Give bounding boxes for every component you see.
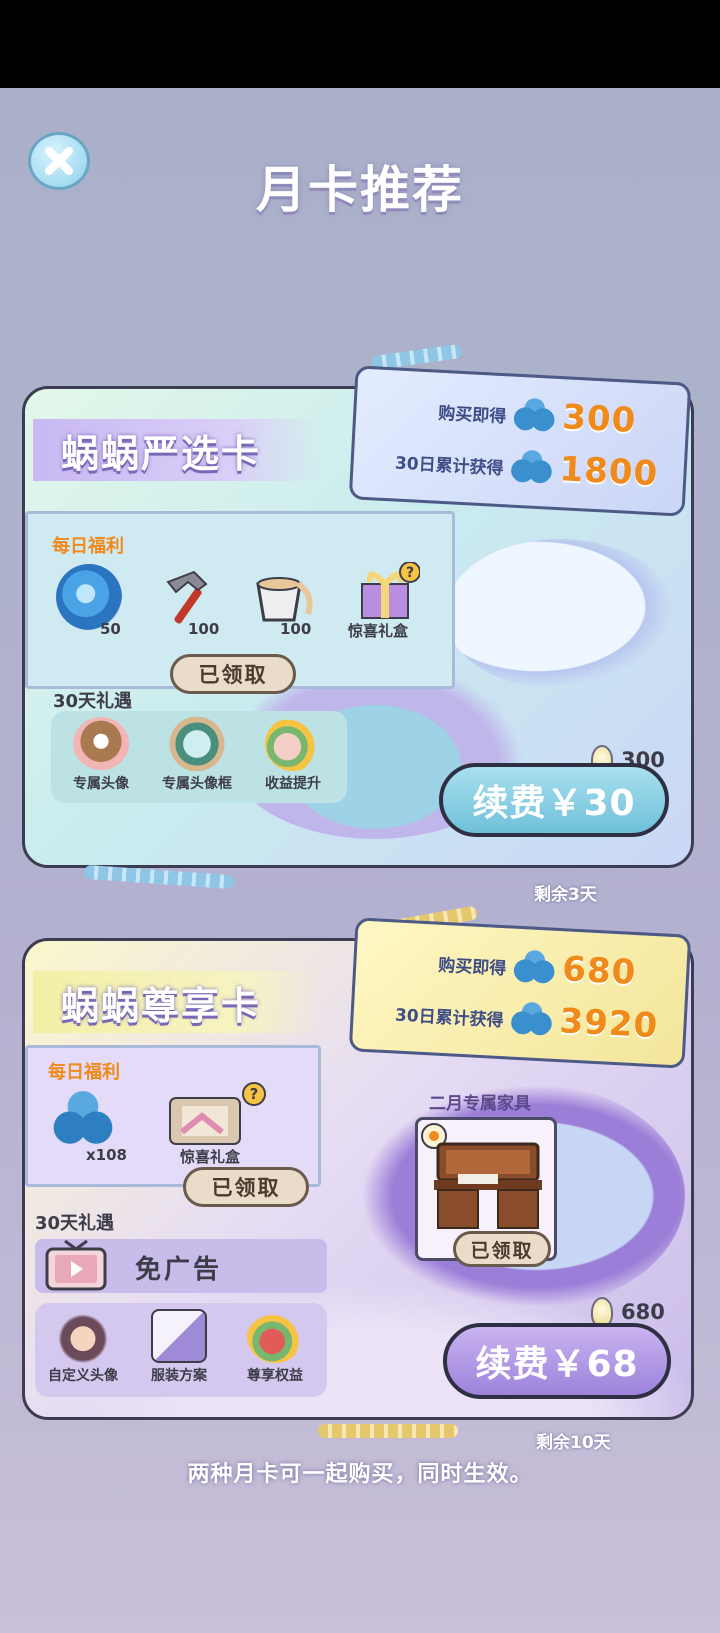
gift-label: 30天礼遇 — [35, 1213, 115, 1234]
status-bar — [0, 0, 720, 88]
accum-label: 30日累计获得 — [394, 1005, 505, 1031]
claimed-button[interactable]: 已领取 — [183, 1167, 309, 1207]
daily-item-qty: 100 — [188, 620, 220, 638]
cloud-coins-icon — [511, 396, 558, 435]
daily-item-qty: 惊喜礼盒 — [348, 622, 409, 640]
purchase-bonus-ribbon: 购买即得 680 30日累计获得 3920 — [348, 917, 692, 1069]
gift-item: 收益提升 — [245, 717, 341, 793]
buy-label: 购买即得 — [437, 955, 507, 979]
svg-text:?: ? — [406, 565, 414, 581]
no-ads-row: 免广告 — [35, 1239, 327, 1293]
desk-icon — [434, 1142, 542, 1229]
gift-item: 自定义头像 — [35, 1309, 131, 1385]
claimed-button[interactable]: 已领取 — [170, 654, 296, 694]
daily-item-qty: 惊喜礼盒 — [180, 1148, 241, 1166]
gift-item-label: 服装方案 — [151, 1368, 207, 1384]
footnote: 两种月卡可一起购买，同时生效。 — [187, 1462, 533, 1487]
remaining-days: 剩余10天 — [536, 1433, 611, 1453]
accum-value: 1800 — [558, 449, 660, 495]
daily-item — [50, 1088, 116, 1154]
renew-button[interactable]: 续费￥68 — [443, 1323, 671, 1399]
gift-item: 服装方案 — [131, 1309, 227, 1385]
daily-benefits-panel: 每日福利 50 100 100 ? 惊喜礼盒 已领取 — [25, 511, 455, 694]
page-title: 月卡推荐 — [256, 161, 464, 219]
daily-item-qty: 100 — [280, 620, 312, 638]
cloud-coins-icon — [508, 448, 555, 487]
furniture-label: 二月专属家具 — [429, 1094, 531, 1114]
gift-item-label: 自定义头像 — [48, 1368, 118, 1384]
vip-rights-icon — [247, 1309, 303, 1363]
outfit-icon — [151, 1309, 207, 1363]
bead-chain — [83, 864, 235, 890]
buy-value: 300 — [561, 397, 638, 442]
accum-label: 30日累计获得 — [394, 453, 505, 479]
cloud-coins-icon — [508, 1000, 555, 1039]
svg-text:?: ? — [250, 1085, 259, 1103]
surprise-box-icon: ? — [169, 1082, 266, 1145]
gift-item: 专属头像框 — [149, 717, 245, 793]
no-ads-label: 免广告 — [135, 1255, 223, 1285]
gift-item-label: 尊享权益 — [247, 1368, 303, 1384]
purchase-bonus-ribbon: 购买即得 300 30日累计获得 1800 — [348, 365, 692, 517]
gift-item-label: 专属头像 — [73, 776, 129, 792]
remaining-days: 剩余3天 — [534, 885, 597, 905]
custom-avatar-icon — [55, 1309, 111, 1363]
daily-item-qty: 50 — [100, 620, 121, 638]
buy-label: 购买即得 — [437, 403, 507, 427]
daily-item: ? — [162, 1076, 272, 1152]
avatar-frame-icon — [169, 717, 225, 771]
daily-item-qty: x108 — [86, 1146, 127, 1164]
whale-illustration — [445, 539, 675, 689]
gift-item-label: 收益提升 — [265, 776, 321, 792]
daily-label: 每日福利 — [52, 536, 124, 557]
bead-chain — [318, 1424, 458, 1438]
monthly-gifts-panel: 自定义头像 服装方案 尊享权益 — [35, 1303, 327, 1397]
card-title: 蜗蜗尊享卡 — [33, 971, 322, 1033]
cloud-coins-icon — [50, 1088, 116, 1154]
renew-button[interactable]: 续费￥30 — [439, 763, 669, 837]
card-title: 蜗蜗严选卡 — [33, 419, 322, 481]
monthly-gifts-panel: 专属头像 专属头像框 收益提升 — [51, 711, 347, 803]
bulb-value: 680 — [621, 1300, 665, 1324]
gift-item: 尊享权益 — [227, 1309, 323, 1385]
cloud-coins-icon — [511, 948, 558, 987]
daily-item: ? — [350, 562, 420, 622]
gift-item: 专属头像 — [53, 717, 149, 793]
daily-benefits-panel: 每日福利 x108 ? 惊喜礼盒 — [25, 1045, 321, 1187]
furniture-claimed-button[interactable]: 已领取 — [453, 1231, 551, 1267]
owl-avatar-icon — [73, 717, 129, 771]
gift-box-icon: ? — [361, 562, 420, 619]
accum-value: 3920 — [558, 1001, 660, 1047]
gift-item-label: 专属头像框 — [162, 776, 232, 792]
gift-label: 30天礼遇 — [53, 691, 133, 712]
income-boost-icon — [265, 717, 321, 771]
buy-value: 680 — [561, 949, 638, 994]
daily-label: 每日福利 — [48, 1062, 120, 1083]
tv-icon — [45, 1239, 107, 1291]
